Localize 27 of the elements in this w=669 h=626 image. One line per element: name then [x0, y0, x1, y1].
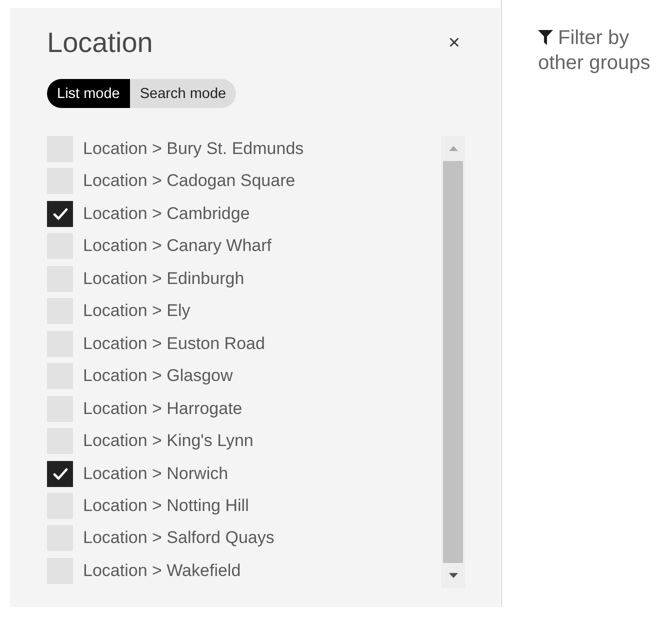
option-label: Location > Bury St. Edmunds [83, 139, 304, 159]
option-label: Location > Cambridge [83, 204, 250, 224]
panel-title: Location [47, 27, 153, 59]
checkbox[interactable] [47, 460, 73, 487]
filter-link[interactable]: Filter by other groups [538, 26, 663, 75]
option-label: Location > Wakefield [83, 560, 241, 581]
check-icon [52, 468, 68, 480]
option-label: Location > Cadogan Square [83, 171, 296, 192]
close-button[interactable]: × [448, 33, 460, 53]
checkbox[interactable] [47, 200, 73, 227]
scroll-up-icon[interactable] [448, 146, 458, 151]
scroll-down-icon[interactable] [448, 573, 458, 578]
option-label: Location > Canary Wharf [83, 236, 272, 256]
option-label: Location > Euston Road [83, 334, 265, 354]
mode-tab[interactable]: Search mode [130, 79, 236, 108]
option-label: Location > Edinburgh [83, 268, 244, 289]
option-label: Location > King's Lynn [83, 431, 254, 452]
option-label: Location > Glasgow [83, 366, 233, 386]
filter-icon [538, 30, 553, 45]
option-label: Location > Harrogate [83, 398, 242, 419]
scrollbar-thumb[interactable] [443, 161, 463, 563]
mode-tab[interactable]: List mode [47, 79, 130, 108]
option-label: Location > Norwich [83, 464, 228, 484]
check-icon [52, 208, 68, 220]
option-label: Location > Salford Quays [83, 528, 274, 548]
option-label: Location > Notting Hill [83, 496, 249, 516]
option-label: Location > Ely [83, 301, 190, 322]
